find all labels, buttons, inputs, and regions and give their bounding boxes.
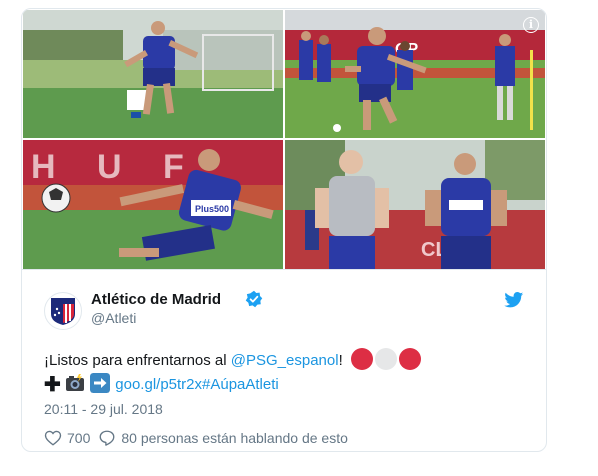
photo-1[interactable] <box>23 10 283 138</box>
verified-badge-icon <box>245 290 263 308</box>
jersey-sponsor: Plus500 <box>195 204 229 214</box>
reply-button[interactable]: 80 personas están hablando de esto <box>98 429 348 447</box>
avatar[interactable] <box>44 292 82 330</box>
right-arrow-icon <box>90 373 111 393</box>
camera-flash-icon <box>65 374 84 391</box>
tweet-actions: 700 80 personas están hablando de esto <box>44 429 356 447</box>
hashtag-link[interactable]: #AúpaAtleti <box>202 376 279 393</box>
heart-icon <box>44 430 62 446</box>
tweet-timestamp[interactable]: 20:11 - 29 jul. 2018 <box>44 401 163 417</box>
text-after-mention: ! <box>338 352 343 369</box>
tweet-text-line-1: ¡Listos para enfrentarnos al @PSG_espano… <box>44 348 524 373</box>
text-prefix: ¡Listos para enfrentarnos al <box>44 352 231 369</box>
like-count: 700 <box>67 430 91 446</box>
atletico-crest-icon <box>51 298 75 325</box>
tweet-body: Atlético de Madrid @Atleti ¡Listos para … <box>22 269 546 451</box>
display-name[interactable]: Atlético de Madrid <box>91 291 221 308</box>
like-button[interactable]: 700 <box>44 429 90 447</box>
info-icon[interactable]: i <box>523 17 539 33</box>
photo-2[interactable]: OP <box>285 10 545 138</box>
reply-bubble-icon <box>99 430 115 446</box>
photo-4[interactable]: CLU <box>285 140 545 269</box>
tweet-text-line-2: ✚ goo.gl/p5tr2x#AúpaAtleti <box>44 373 524 397</box>
tweet-card[interactable]: OP <box>21 8 547 452</box>
photo-3[interactable]: H U F Plus500 <box>23 140 283 269</box>
photo-grid: OP <box>23 10 545 269</box>
banner-sign: H U F <box>31 148 200 186</box>
user-handle[interactable]: @Atleti <box>91 310 136 326</box>
red-circle-icon <box>398 348 421 370</box>
mention-link[interactable]: @PSG_espanol <box>231 352 339 369</box>
white-circle-icon <box>374 348 397 370</box>
tweet-text: ¡Listos para enfrentarnos al @PSG_espano… <box>44 348 524 397</box>
red-circle-icon <box>350 348 373 370</box>
twitter-bird-icon[interactable] <box>504 292 524 308</box>
replies-text: 80 personas están hablando de esto <box>121 430 348 446</box>
short-link[interactable]: goo.gl/p5tr2x <box>115 376 202 393</box>
heavy-plus-icon: ✚ <box>44 374 61 396</box>
